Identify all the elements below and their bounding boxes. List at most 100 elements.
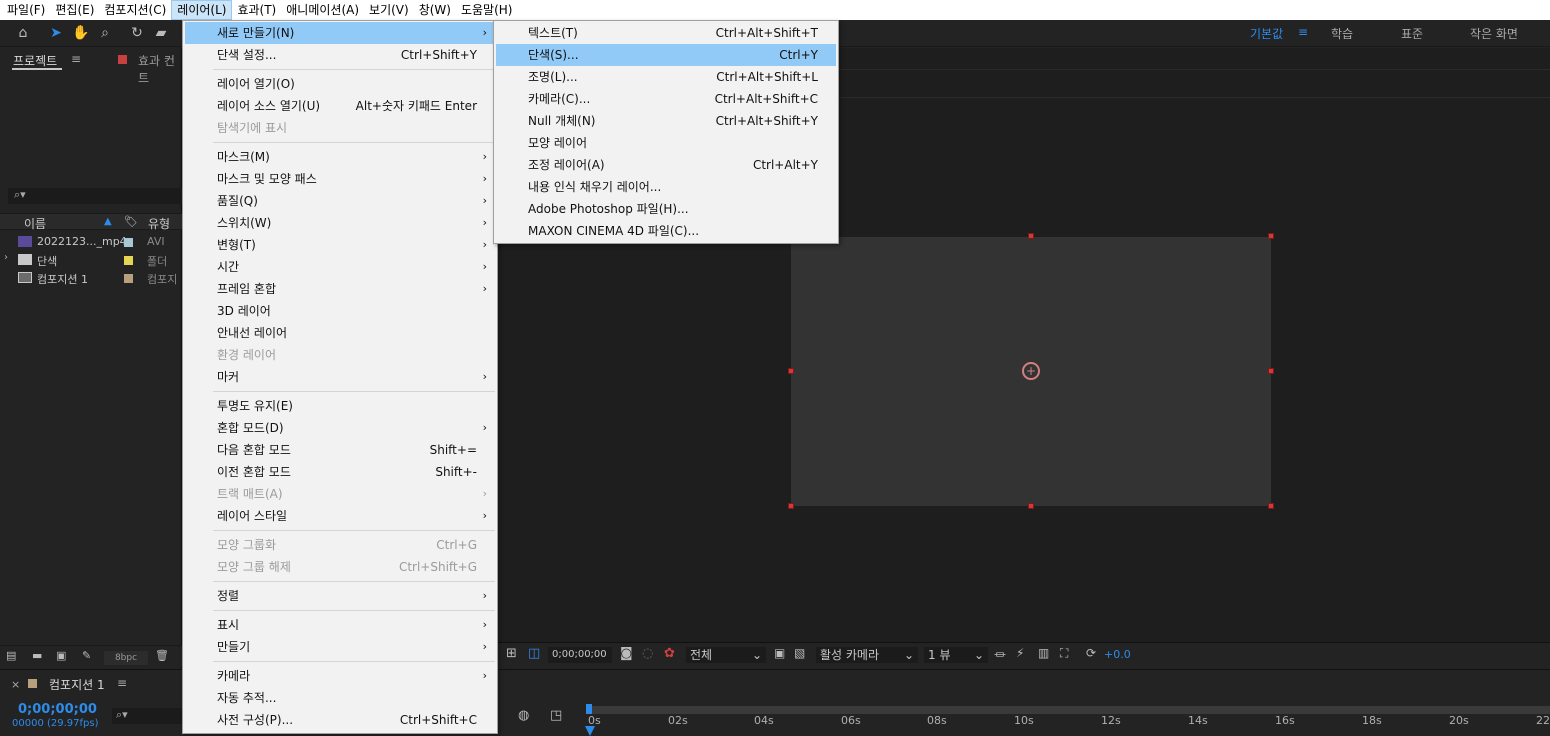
menu-item-텍스트[interactable]: 텍스트(T) Ctrl+Alt+Shift+T	[496, 22, 836, 44]
menu-item-카메라[interactable]: 카메라 ›	[185, 665, 495, 687]
menu-item-표시[interactable]: 표시 ›	[185, 614, 495, 636]
rotate-tool-icon[interactable]: ↻	[128, 25, 146, 41]
transform-handle[interactable]	[788, 503, 794, 509]
menu-item-만들기[interactable]: 만들기 ›	[185, 636, 495, 658]
exposure-value[interactable]: +0.0	[1104, 648, 1131, 661]
column-name[interactable]: 이름	[24, 215, 46, 232]
menu-edit[interactable]: 편집(E)	[50, 0, 99, 20]
menu-item-마스크[interactable]: 마스크(M) ›	[185, 146, 495, 168]
menu-item-레이어-열기[interactable]: 레이어 열기(O)	[185, 73, 495, 95]
menu-item-조명[interactable]: 조명(L)... Ctrl+Alt+Shift+L	[496, 66, 836, 88]
current-timecode[interactable]: 0;00;00;00	[18, 702, 97, 717]
bit-depth-button[interactable]: 8bpc	[104, 651, 148, 665]
zoom-tool-icon[interactable]: ⌕	[96, 25, 114, 41]
region-of-interest-icon[interactable]: ⊞	[506, 646, 517, 661]
fast-draft-icon[interactable]: ⚡	[1016, 646, 1024, 660]
reset-exposure-icon[interactable]: ⟳	[1086, 646, 1096, 660]
transform-handle[interactable]	[1268, 233, 1274, 239]
project-item-folder[interactable]: › 단색 폴더	[0, 251, 182, 269]
menu-item-스위치[interactable]: 스위치(W) ›	[185, 212, 495, 234]
menu-item-정렬[interactable]: 정렬 ›	[185, 585, 495, 607]
menu-item-프레임-혼합[interactable]: 프레임 혼합 ›	[185, 278, 495, 300]
menu-window[interactable]: 창(W)	[414, 0, 456, 20]
label-tag-icon[interactable]: 🏷	[124, 215, 138, 228]
menu-item-마커[interactable]: 마커 ›	[185, 366, 495, 388]
menu-item-내용-인식-채우기-레이어[interactable]: 내용 인식 채우기 레이어...	[496, 176, 836, 198]
menu-item-MAXON-CINEMA-4D-파일[interactable]: MAXON CINEMA 4D 파일(C)...	[496, 220, 836, 242]
project-item-video[interactable]: 2022123..._mp4 AVI	[0, 233, 182, 251]
active-camera-select[interactable]: 활성 카메라 ⌄	[816, 647, 918, 663]
menu-effect[interactable]: 효과(T)	[232, 0, 281, 20]
transform-handle[interactable]	[1268, 368, 1274, 374]
menu-item-3D-레이어[interactable]: 3D 레이어	[185, 300, 495, 322]
workspace-standard[interactable]: 표준	[1401, 25, 1423, 42]
workspace-default[interactable]: 기본값	[1250, 25, 1283, 42]
menu-item-이전-혼합-모드[interactable]: 이전 혼합 모드 Shift+-	[185, 461, 495, 483]
expand-arrow-icon[interactable]: ›	[4, 252, 8, 263]
label-swatch[interactable]	[124, 274, 133, 283]
workspace-small-screen[interactable]: 작은 화면	[1470, 25, 1518, 42]
viewer-timecode[interactable]: 0;00;00;00	[548, 647, 612, 663]
motion-blur-icon[interactable]: ◍	[518, 708, 529, 723]
panel-menu-icon[interactable]: ≡	[117, 676, 127, 690]
menu-item-조정-레이어[interactable]: 조정 레이어(A) Ctrl+Alt+Y	[496, 154, 836, 176]
tab-project[interactable]: 프로젝트	[13, 52, 57, 69]
menu-item-Adobe-Photoshop-파일[interactable]: Adobe Photoshop 파일(H)...	[496, 198, 836, 220]
timeline-icon[interactable]: ▥	[1038, 646, 1049, 660]
snapshot-camera-icon[interactable]: ◙	[620, 646, 633, 661]
column-type[interactable]: 유형	[148, 215, 170, 232]
menu-item-투명도-유지[interactable]: 투명도 유지(E)	[185, 395, 495, 417]
new-folder-icon[interactable]: ▬	[32, 649, 42, 662]
menu-item-레이어-소스-열기[interactable]: 레이어 소스 열기(U) Alt+숫자 키패드 Enter	[185, 95, 495, 117]
project-settings-icon[interactable]: ✎	[82, 649, 91, 662]
sort-asc-icon[interactable]: ▲	[104, 216, 112, 227]
menu-view[interactable]: 보기(V)	[364, 0, 414, 20]
menu-item-자동-추적[interactable]: 자동 추적...	[185, 687, 495, 709]
menu-item-모양-레이어[interactable]: 모양 레이어	[496, 132, 836, 154]
transform-handle[interactable]	[1028, 503, 1034, 509]
trash-icon[interactable]: 🗑	[155, 649, 169, 662]
menu-item-다음-혼합-모드[interactable]: 다음 혼합 모드 Shift+=	[185, 439, 495, 461]
menu-item-Null-개체[interactable]: Null 개체(N) Ctrl+Alt+Shift+Y	[496, 110, 836, 132]
show-snapshot-icon[interactable]: ◌	[642, 646, 653, 661]
project-search-input[interactable]: ⌕▾	[8, 188, 182, 204]
transform-handle[interactable]	[1268, 503, 1274, 509]
menu-layer[interactable]: 레이어(L)	[171, 0, 233, 20]
work-area-bar[interactable]	[586, 706, 1550, 714]
home-icon[interactable]: ⌂	[14, 25, 32, 41]
menu-item-혼합-모드[interactable]: 혼합 모드(D) ›	[185, 417, 495, 439]
menu-item-단색[interactable]: 단색(S)... Ctrl+Y	[496, 44, 836, 66]
flowchart-icon[interactable]: ⛶	[1060, 646, 1068, 661]
menu-item-새로-만들기[interactable]: 새로 만들기(N) ›	[185, 22, 495, 44]
menu-item-사전-구성[interactable]: 사전 구성(P)... Ctrl+Shift+C	[185, 709, 495, 731]
timeline-search-input[interactable]: ⌕▾	[112, 708, 182, 724]
new-composition-icon[interactable]: ▣	[56, 649, 66, 662]
graph-editor-icon[interactable]: ◳	[550, 708, 562, 723]
pixel-aspect-icon[interactable]: ⏛	[994, 646, 1006, 663]
workspace-learn[interactable]: 학습	[1331, 25, 1353, 42]
menu-item-시간[interactable]: 시간 ›	[185, 256, 495, 278]
menu-item-카메라[interactable]: 카메라(C)... Ctrl+Alt+Shift+C	[496, 88, 836, 110]
view-layout-select[interactable]: 1 뷰 ⌄	[924, 647, 988, 663]
tab-timeline-composition[interactable]: 컴포지션 1	[49, 676, 105, 693]
menu-item-마스크-및-모양-패스[interactable]: 마스크 및 모양 패스 ›	[185, 168, 495, 190]
hand-tool-icon[interactable]: ✋	[72, 25, 90, 41]
menu-help[interactable]: 도움말(H)	[456, 0, 518, 20]
interpret-footage-icon[interactable]: ▤	[6, 649, 16, 662]
menu-file[interactable]: 파일(F)	[2, 0, 50, 20]
channel-rgb-icon[interactable]: ✿	[664, 646, 675, 661]
menu-composition[interactable]: 컴포지션(C)	[99, 0, 171, 20]
transparency-grid-icon[interactable]: ◫	[528, 646, 540, 661]
menu-item-레이어-스타일[interactable]: 레이어 스타일 ›	[185, 505, 495, 527]
anchor-point-icon[interactable]: +	[1022, 362, 1040, 380]
transform-handle[interactable]	[1028, 233, 1034, 239]
fast-preview-icon[interactable]: ▣	[774, 646, 785, 660]
menu-item-변형[interactable]: 변형(T) ›	[185, 234, 495, 256]
toggle-mask-icon[interactable]: ▧	[794, 646, 805, 660]
project-item-composition[interactable]: 컴포지션 1 컴포지	[0, 269, 182, 287]
resolution-select[interactable]: 전체 ⌄	[686, 647, 766, 663]
camera-tool-icon[interactable]: ▰	[152, 25, 170, 41]
menu-animation[interactable]: 애니메이션(A)	[281, 0, 364, 20]
menu-item-안내선-레이어[interactable]: 안내선 레이어	[185, 322, 495, 344]
workspace-menu-icon[interactable]: ≡	[1298, 25, 1308, 39]
